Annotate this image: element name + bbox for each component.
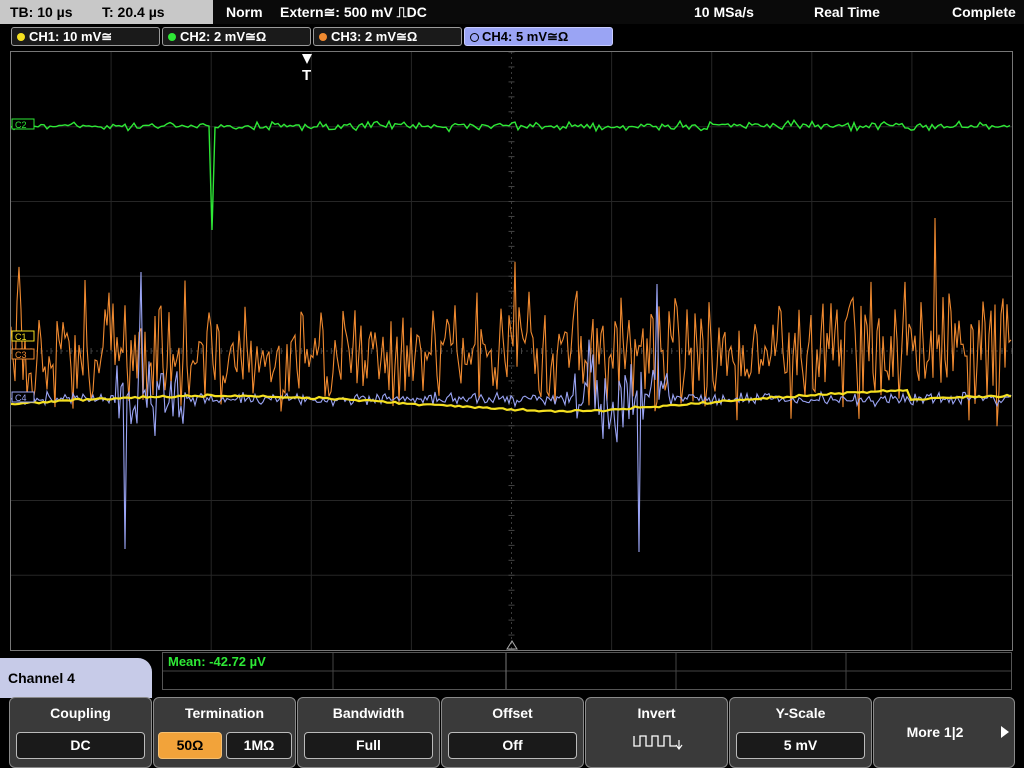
channel-2-label: CH2: 2 mV≅Ω (180, 29, 267, 44)
offset-title: Offset (492, 705, 533, 721)
channel-3-ref-label: C3 (15, 350, 27, 360)
trigger-position-icon[interactable] (302, 54, 312, 64)
y-scale-title: Y-Scale (775, 705, 826, 721)
tab-channel-2[interactable]: CH2: 2 mV≅Ω (162, 27, 311, 46)
invert-title: Invert (637, 705, 676, 721)
invert-softkey[interactable]: Invert (585, 697, 728, 768)
channel-4-ref-label: C4 (15, 393, 27, 403)
more-title: More 1|2 (906, 724, 964, 740)
y-scale-value[interactable]: 5 mV (736, 732, 865, 759)
measurement-area (162, 652, 1012, 690)
channel-2-ref-label: C2 (15, 120, 27, 130)
trigger-source[interactable]: Extern≅: 500 mV ⎍DC (280, 4, 427, 21)
bandwidth-title: Bandwidth (332, 705, 405, 721)
channel-4-label: CH4: 5 mV≅Ω (482, 29, 569, 44)
timebase-label: TB: 10 µs (10, 4, 73, 20)
sample-rate: 10 MSa/s (694, 4, 754, 20)
bandwidth-value[interactable]: Full (304, 732, 433, 759)
channel-3-dot-icon (319, 33, 327, 41)
trigger-time-label: T: 20.4 µs (102, 4, 165, 20)
termination-1m-ohm-option[interactable]: 1MΩ (226, 732, 292, 759)
bandwidth-softkey[interactable]: Bandwidth Full (297, 697, 440, 768)
acquisition-type: Real Time (814, 4, 880, 20)
offset-softkey[interactable]: Offset Off (441, 697, 584, 768)
acquisition-mode[interactable]: Norm (226, 4, 263, 20)
coupling-softkey[interactable]: Coupling DC (9, 697, 152, 768)
waveform-display[interactable]: C2 C1 C3 C4 T (10, 51, 1013, 651)
offset-value[interactable]: Off (448, 732, 577, 759)
channel-2-trace (11, 119, 1011, 231)
channel-1-ref-label: C1 (15, 332, 27, 342)
timebase-box[interactable]: TB: 10 µs T: 20.4 µs (0, 0, 213, 24)
tab-channel-1[interactable]: CH1: 10 mV≅ (11, 27, 160, 46)
measurement-grid (163, 653, 1011, 689)
tab-channel-3[interactable]: CH3: 2 mV≅Ω (313, 27, 462, 46)
channel-1-dot-icon (17, 33, 25, 41)
tab-channel-4[interactable]: CH4: 5 mV≅Ω (464, 27, 613, 46)
channel-menu-title-label: Channel 4 (8, 670, 75, 686)
channel-2-dot-icon (168, 33, 176, 41)
channel-3-label: CH3: 2 mV≅Ω (331, 29, 418, 44)
channel-4-dot-icon (470, 33, 479, 42)
coupling-value[interactable]: DC (16, 732, 145, 759)
termination-title: Termination (184, 705, 265, 721)
acquisition-state: Complete (952, 4, 1016, 20)
trigger-marker-label: T (302, 67, 311, 84)
y-scale-softkey[interactable]: Y-Scale 5 mV (729, 697, 872, 768)
waveform-canvas: C2 C1 C3 C4 T (11, 52, 1012, 650)
invert-waveform-icon (633, 735, 683, 750)
coupling-title: Coupling (50, 705, 111, 721)
channel-menu-title: Channel 4 (0, 658, 152, 698)
chevron-right-icon (1001, 726, 1009, 738)
channel-1-label: CH1: 10 mV≅ (29, 29, 113, 44)
termination-softkey[interactable]: Termination 50Ω 1MΩ (153, 697, 296, 768)
more-softkey[interactable]: More 1|2 (873, 697, 1015, 768)
mean-measurement[interactable]: Mean: -42.72 µV (168, 654, 266, 669)
termination-50-ohm-option[interactable]: 50Ω (158, 732, 222, 759)
